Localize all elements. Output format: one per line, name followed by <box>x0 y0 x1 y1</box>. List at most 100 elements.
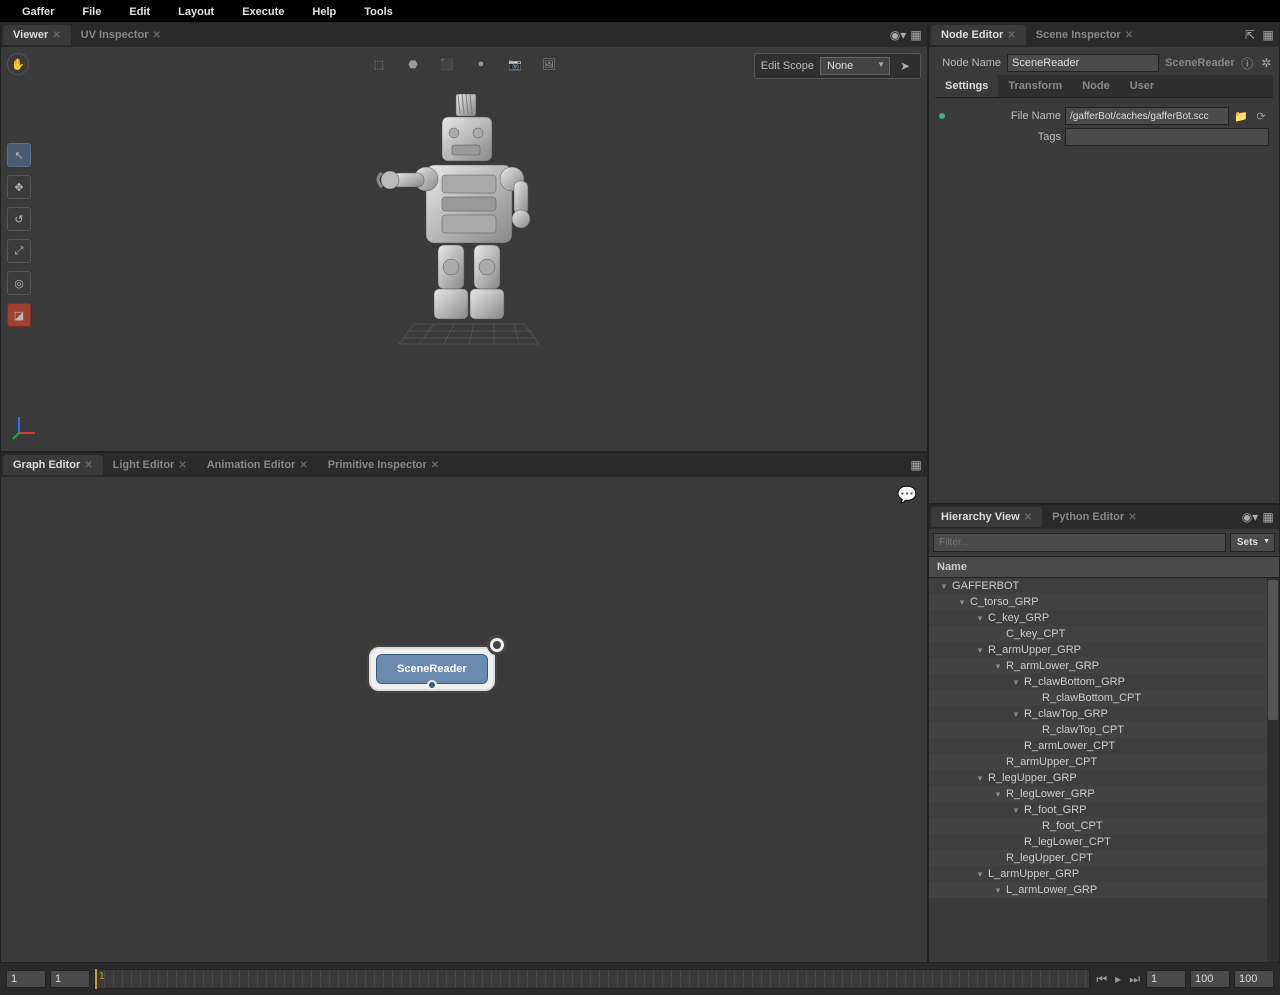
sets-dropdown[interactable]: Sets <box>1230 533 1275 552</box>
close-icon[interactable]: ✕ <box>299 460 307 471</box>
tab-label: Hierarchy View <box>941 511 1020 523</box>
pin-icon[interactable]: ◉▾ <box>1241 508 1259 526</box>
close-icon[interactable]: ✕ <box>153 30 161 41</box>
hierarchy-item[interactable]: R_foot_CPT <box>929 818 1279 834</box>
hierarchy-item[interactable]: ▼ R_legLower_GRP <box>929 786 1279 802</box>
tab-primitive-inspector[interactable]: Primitive Inspector✕ <box>318 455 449 475</box>
info-icon[interactable]: ⓘ <box>1241 54 1254 72</box>
expand-arrow-icon[interactable]: ▼ <box>975 646 985 655</box>
hierarchy-item[interactable]: ▼ R_clawTop_GRP <box>929 706 1279 722</box>
layout-icon[interactable]: ▦ <box>1259 508 1277 526</box>
expand-arrow-icon[interactable]: ▼ <box>975 870 985 879</box>
hierarchy-item[interactable]: ▼ L_armUpper_GRP <box>929 866 1279 882</box>
tab-animation-editor[interactable]: Animation Editor✕ <box>197 455 318 475</box>
node-output-port[interactable] <box>427 680 437 690</box>
close-icon[interactable]: ✕ <box>178 460 186 471</box>
skip-start-icon[interactable]: ⏮ <box>1094 972 1109 987</box>
hierarchy-item[interactable]: R_clawTop_CPT <box>929 722 1279 738</box>
tab-node-editor[interactable]: Node Editor✕ <box>931 25 1026 45</box>
hierarchy-item[interactable]: ▼ R_legUpper_GRP <box>929 770 1279 786</box>
close-icon[interactable]: ✕ <box>84 460 92 471</box>
hierarchy-list[interactable]: ▼ GAFFERBOT▼ C_torso_GRP▼ C_key_GRP C_ke… <box>929 578 1279 962</box>
graph-canvas[interactable]: 💬 SceneReader <box>1 477 927 962</box>
scrollbar-thumb[interactable] <box>1268 580 1278 720</box>
tab-python-editor[interactable]: Python Editor✕ <box>1042 507 1147 527</box>
expand-arrow-icon[interactable]: ▼ <box>993 886 1003 895</box>
subtab-transform[interactable]: Transform <box>998 75 1072 97</box>
tab-hierarchy-view[interactable]: Hierarchy View ✕ <box>931 507 1042 527</box>
expand-arrow-icon[interactable]: ▼ <box>993 662 1003 671</box>
expand-arrow-icon[interactable]: ▼ <box>993 790 1003 799</box>
close-icon[interactable]: ✕ <box>1125 30 1133 41</box>
hierarchy-header-name[interactable]: Name <box>929 556 1279 578</box>
gear-icon[interactable]: ✲ <box>1260 54 1273 72</box>
hierarchy-item[interactable]: ▼ L_armLower_GRP <box>929 882 1279 898</box>
scrollbar[interactable] <box>1267 578 1279 962</box>
timeline-cursor[interactable] <box>95 969 97 989</box>
node-name-input[interactable] <box>1007 54 1159 72</box>
hierarchy-item[interactable]: R_legLower_CPT <box>929 834 1279 850</box>
menu-file[interactable]: File <box>68 4 115 18</box>
menu-edit[interactable]: Edit <box>115 4 164 18</box>
filename-input[interactable] <box>1065 107 1229 125</box>
pin-icon[interactable]: ⇱ <box>1241 26 1259 44</box>
expand-arrow-icon[interactable]: ▼ <box>975 774 985 783</box>
close-icon[interactable]: ✕ <box>1024 512 1032 523</box>
layout-icon[interactable]: ▦ <box>907 26 925 44</box>
menu-tools[interactable]: Tools <box>350 4 407 18</box>
reload-icon[interactable]: ⟳ <box>1253 108 1269 124</box>
tags-input[interactable] <box>1065 128 1269 146</box>
timeline-end-range[interactable] <box>1234 970 1274 988</box>
menu-gaffer[interactable]: Gaffer <box>8 4 68 18</box>
viewer-viewport[interactable]: ✋ ⬚ ⬣ ⬛ ● 📷 🖼 Edit Scope None ➤ ↖ ✥ <box>1 47 927 451</box>
menu-help[interactable]: Help <box>298 4 350 18</box>
expand-arrow-icon[interactable]: ▼ <box>1011 710 1021 719</box>
hierarchy-item[interactable]: R_clawBottom_CPT <box>929 690 1279 706</box>
node-scenereader[interactable]: SceneReader <box>369 647 495 691</box>
annotation-icon[interactable]: 💬 <box>897 485 917 505</box>
timeline-start[interactable] <box>50 970 90 988</box>
node-focus-icon[interactable] <box>487 635 507 655</box>
expand-arrow-icon[interactable]: ▼ <box>957 598 967 607</box>
hierarchy-item[interactable]: R_armUpper_CPT <box>929 754 1279 770</box>
close-icon[interactable]: ✕ <box>431 460 439 471</box>
tab-scene-inspector[interactable]: Scene Inspector✕ <box>1026 25 1143 45</box>
hierarchy-item[interactable]: R_armLower_CPT <box>929 738 1279 754</box>
subtab-settings[interactable]: Settings <box>935 75 998 97</box>
hierarchy-item[interactable]: ▼ R_clawBottom_GRP <box>929 674 1279 690</box>
skip-end-icon[interactable]: ⏭ <box>1127 972 1142 987</box>
expand-arrow-icon[interactable]: ▼ <box>1011 678 1021 687</box>
hierarchy-item[interactable]: ▼ C_torso_GRP <box>929 594 1279 610</box>
close-icon[interactable]: ✕ <box>1007 30 1015 41</box>
hierarchy-filter-input[interactable] <box>933 533 1226 552</box>
timeline-track[interactable]: 1 <box>94 969 1090 989</box>
subtab-user[interactable]: User <box>1120 75 1164 97</box>
timeline-start-range[interactable] <box>6 970 46 988</box>
hierarchy-item[interactable]: C_key_CPT <box>929 626 1279 642</box>
hierarchy-item[interactable]: ▼ R_armLower_GRP <box>929 658 1279 674</box>
close-icon[interactable]: ✕ <box>1128 512 1136 523</box>
hierarchy-item[interactable]: R_legUpper_CPT <box>929 850 1279 866</box>
tab-light-editor[interactable]: Light Editor✕ <box>103 455 197 475</box>
hierarchy-item[interactable]: ▼ C_key_GRP <box>929 610 1279 626</box>
close-icon[interactable]: ✕ <box>52 30 60 41</box>
layout-icon[interactable]: ▦ <box>907 456 925 474</box>
timeline-end[interactable] <box>1190 970 1230 988</box>
hierarchy-item[interactable]: ▼ R_foot_GRP <box>929 802 1279 818</box>
pin-icon[interactable]: ◉▾ <box>889 26 907 44</box>
subtab-node[interactable]: Node <box>1072 75 1120 97</box>
layout-icon[interactable]: ▦ <box>1259 26 1277 44</box>
browse-icon[interactable]: 📁 <box>1233 108 1249 124</box>
play-icon[interactable]: ▸ <box>1113 972 1123 986</box>
expand-arrow-icon[interactable]: ▼ <box>1011 806 1021 815</box>
tab-uv-inspector[interactable]: UV Inspector✕ <box>71 25 171 45</box>
tab-graph-editor[interactable]: Graph Editor✕ <box>3 455 103 475</box>
timeline-current[interactable] <box>1146 970 1186 988</box>
expand-arrow-icon[interactable]: ▼ <box>975 614 985 623</box>
hierarchy-item[interactable]: ▼ GAFFERBOT <box>929 578 1279 594</box>
hierarchy-item[interactable]: ▼ R_armUpper_GRP <box>929 642 1279 658</box>
tab-viewer[interactable]: Viewer✕ <box>3 25 71 45</box>
menu-layout[interactable]: Layout <box>164 4 228 18</box>
expand-arrow-icon[interactable]: ▼ <box>939 582 949 591</box>
menu-execute[interactable]: Execute <box>228 4 298 18</box>
